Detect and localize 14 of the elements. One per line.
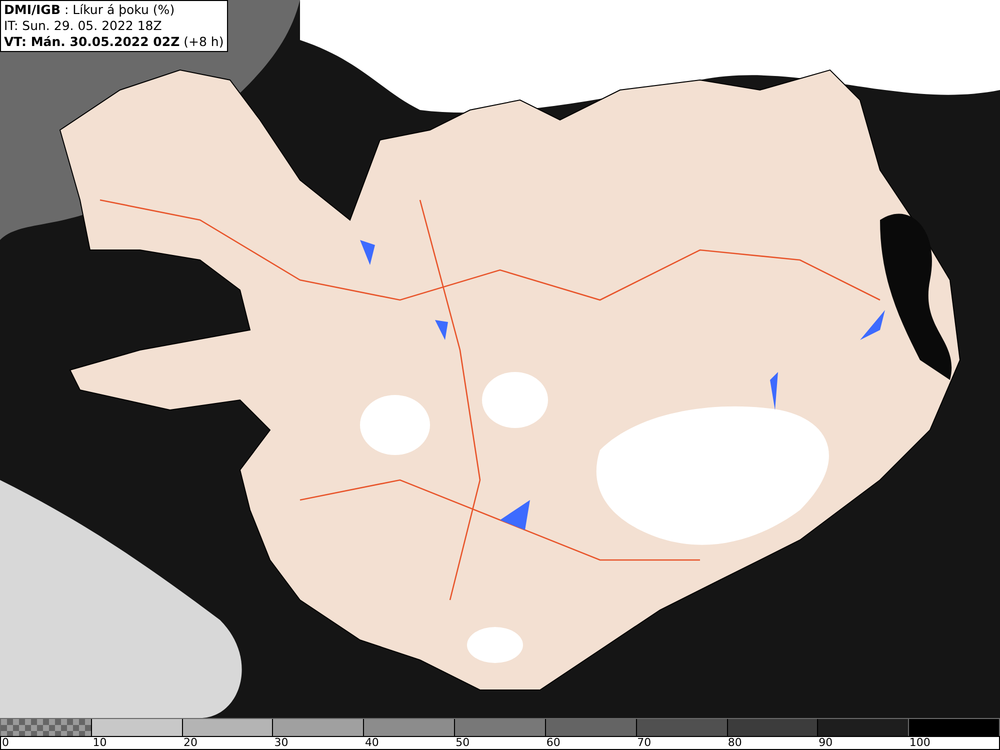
- legend-label: 60: [546, 736, 560, 749]
- header-line: VT: Mán. 30.05.2022 02Z (+8 h): [4, 34, 224, 50]
- header-line: IT: Sun. 29. 05. 2022 18Z: [4, 18, 163, 34]
- legend-label: 10: [92, 736, 107, 749]
- legend-label: 70: [637, 736, 652, 749]
- legend-label: 30: [274, 736, 288, 749]
- legend-label: 80: [728, 736, 742, 749]
- legend-label: 90: [818, 736, 833, 749]
- legend-label: 0: [2, 736, 9, 749]
- legend-label: 40: [364, 736, 379, 749]
- header-line: DMI/IGB : Líkur á þoku (%): [4, 2, 176, 18]
- legend-label: 20: [183, 736, 198, 749]
- legend-label: 100: [909, 736, 930, 749]
- legend-label: 50: [456, 736, 470, 749]
